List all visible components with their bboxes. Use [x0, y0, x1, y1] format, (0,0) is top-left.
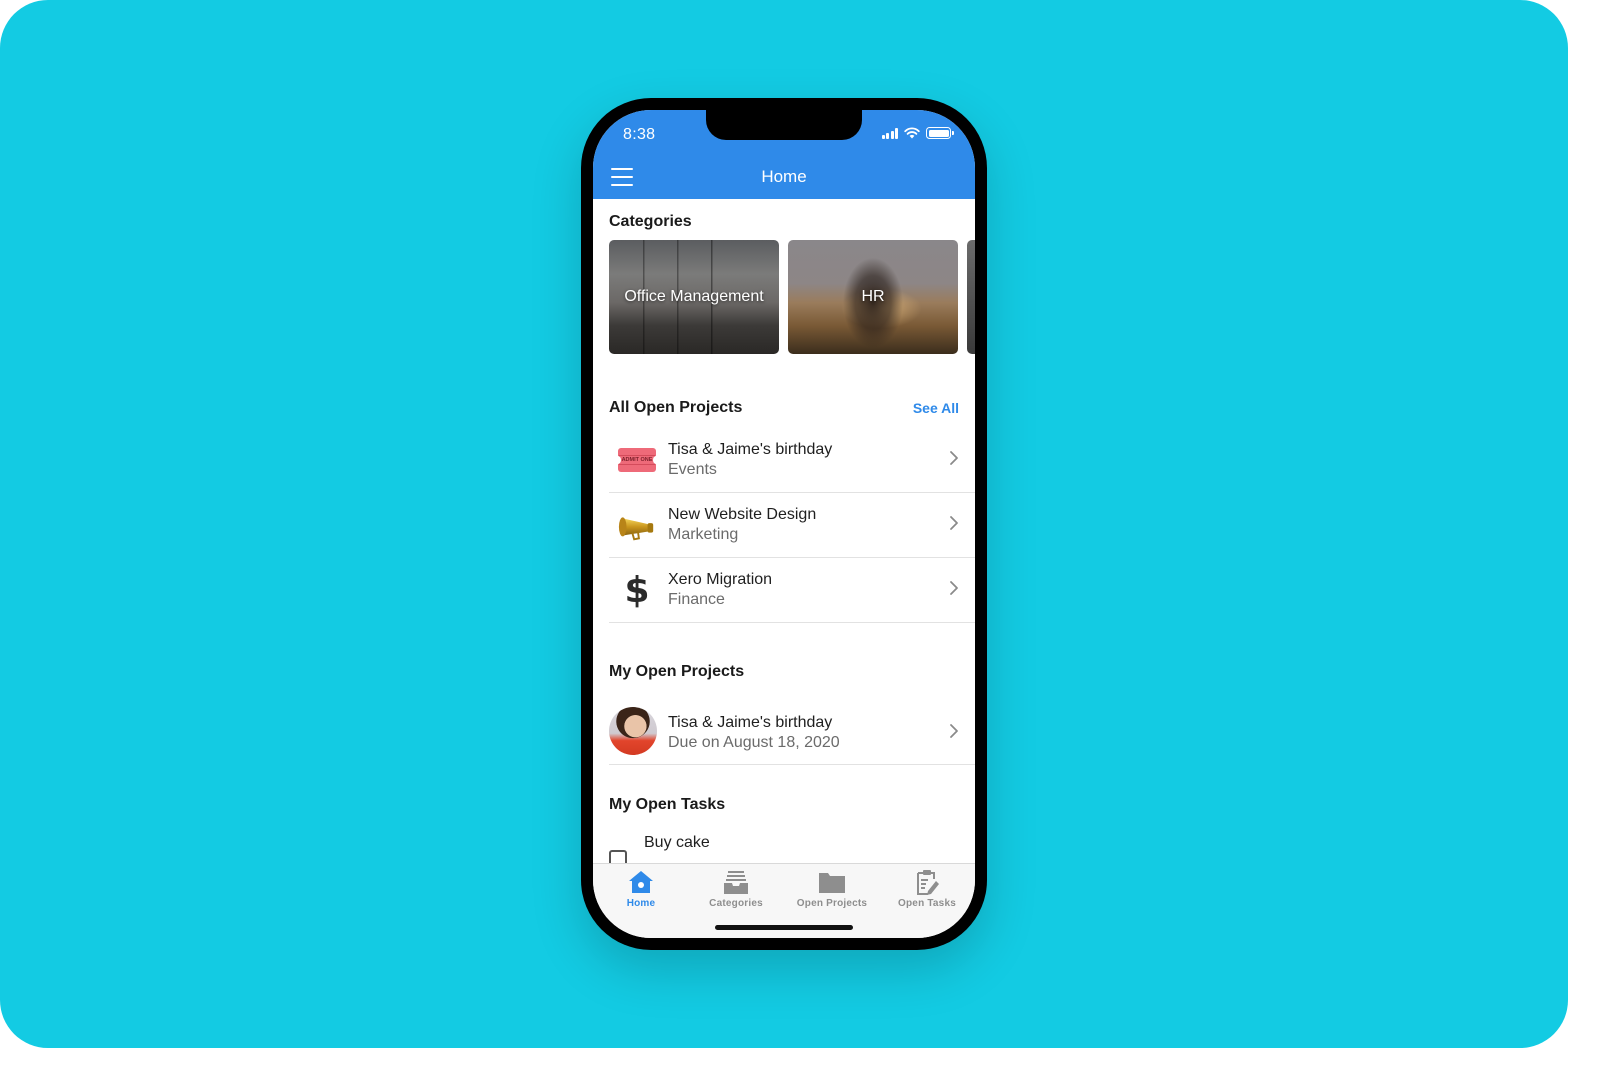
category-card-office-management[interactable]: Office Management: [609, 240, 779, 354]
ticket-text: ADMIT ONE: [618, 455, 656, 465]
dollar-glyph: $: [624, 569, 650, 611]
tab-open-projects[interactable]: Open Projects: [784, 868, 880, 909]
task-checkbox[interactable]: [609, 850, 627, 863]
notch: [706, 110, 862, 140]
inbox-tray-icon: [688, 868, 784, 896]
tab-home[interactable]: Home: [593, 868, 689, 909]
phone-screen: 8:38 Home Categories Office Management H…: [593, 110, 975, 938]
categories-heading: Categories: [609, 213, 692, 230]
chevron-right-icon: [950, 516, 958, 530]
project-list-item[interactable]: $ Xero Migration Finance: [609, 558, 975, 623]
megaphone-icon: [617, 507, 657, 543]
home-content[interactable]: Categories Office Management HR All Open…: [593, 199, 975, 863]
tab-categories[interactable]: Categories: [688, 868, 784, 909]
clipboard-edit-icon: [879, 868, 975, 896]
phone-frame: 8:38 Home Categories Office Management H…: [581, 98, 987, 950]
my-open-tasks-heading: My Open Tasks: [609, 796, 726, 813]
wifi-icon: [904, 127, 920, 139]
tab-label: Categories: [709, 898, 763, 909]
project-category: Events: [668, 461, 717, 478]
categories-carousel[interactable]: Office Management HR: [609, 240, 975, 354]
avatar: [609, 707, 657, 755]
all-open-projects-list: ADMIT ONE Tisa & Jaime's birthday Events: [609, 428, 975, 623]
all-open-projects-heading: All Open Projects: [609, 399, 743, 416]
tab-open-tasks[interactable]: Open Tasks: [879, 868, 975, 909]
project-list-item[interactable]: ADMIT ONE Tisa & Jaime's birthday Events: [609, 428, 975, 493]
category-label: HR: [861, 288, 885, 305]
background: 8:38 Home Categories Office Management H…: [0, 0, 1568, 1048]
dollar-icon: $: [617, 569, 657, 611]
tab-label: Open Projects: [796, 898, 868, 909]
task-list-item[interactable]: Buy cake: [609, 834, 975, 863]
project-title: Tisa & Jaime's birthday: [668, 441, 833, 458]
my-open-projects-heading: My Open Projects: [609, 663, 745, 680]
chevron-right-icon: [950, 581, 958, 595]
page-title: Home: [761, 167, 807, 186]
project-title: New Website Design: [668, 506, 817, 523]
project-category: Marketing: [668, 526, 739, 543]
category-card-hr[interactable]: HR: [788, 240, 958, 354]
my-open-projects-list: Tisa & Jaime's birthday Due on August 18…: [609, 697, 975, 765]
chevron-right-icon: [950, 724, 958, 738]
tab-bar: Home Categories Open Projects Open Tasks: [593, 863, 975, 938]
project-due-date: Due on August 18, 2020: [668, 734, 840, 751]
nav-bar: Home: [593, 154, 975, 199]
chevron-right-icon: [950, 451, 958, 465]
home-icon: [593, 868, 689, 896]
tab-label: Open Tasks: [898, 898, 956, 909]
category-label: Office Management: [624, 288, 764, 305]
my-project-list-item[interactable]: Tisa & Jaime's birthday Due on August 18…: [609, 697, 975, 765]
task-title: Buy cake: [644, 834, 710, 851]
battery-icon: [926, 127, 954, 139]
status-time: 8:38: [623, 126, 656, 143]
cellular-signal-icon: [881, 127, 898, 139]
see-all-link[interactable]: See All: [913, 400, 959, 416]
category-card-next[interactable]: [967, 240, 975, 354]
project-title: Xero Migration: [668, 571, 773, 588]
project-category: Finance: [668, 591, 725, 608]
project-list-item[interactable]: New Website Design Marketing: [609, 493, 975, 558]
folder-icon: [784, 868, 880, 896]
project-title: Tisa & Jaime's birthday: [668, 714, 833, 731]
home-indicator[interactable]: [715, 925, 853, 930]
status-icons: [881, 127, 954, 139]
tab-label: Home: [626, 898, 656, 909]
ticket-icon: ADMIT ONE: [615, 442, 659, 478]
